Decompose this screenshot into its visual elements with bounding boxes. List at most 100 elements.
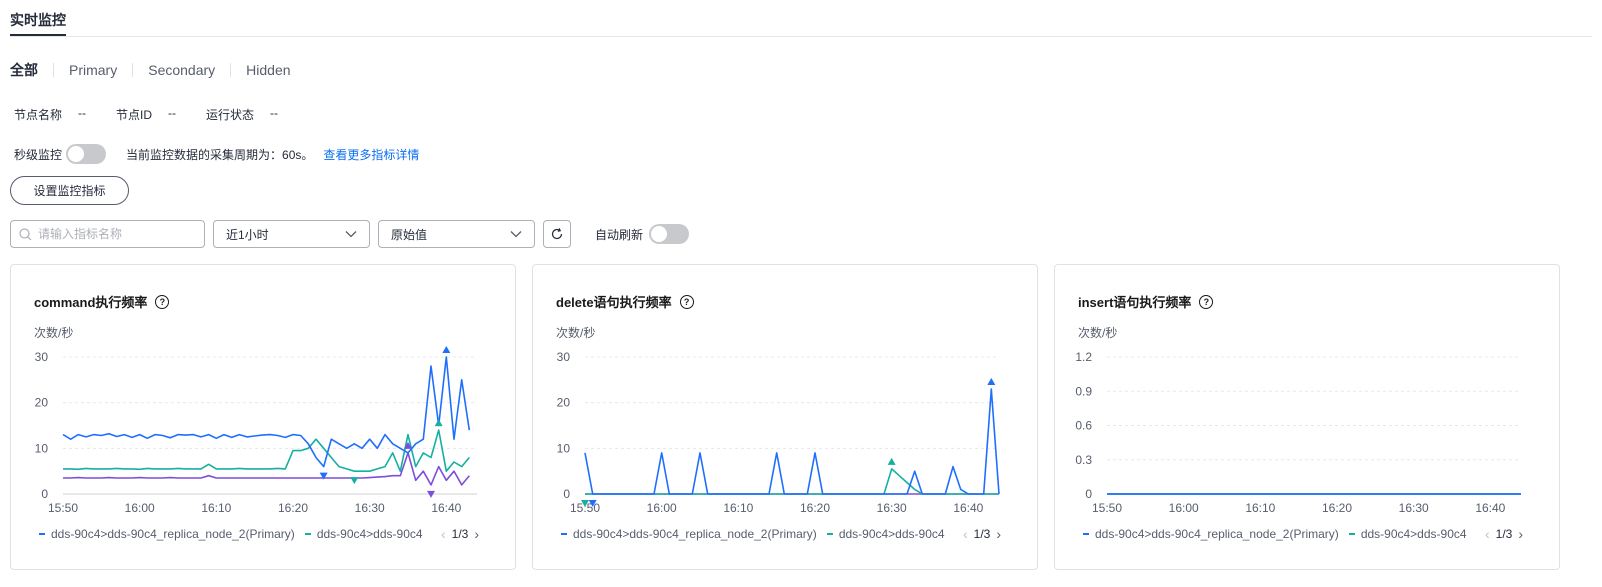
tab-divider	[132, 63, 134, 77]
y-tick-label: 0	[1085, 487, 1092, 501]
refresh-button[interactable]	[543, 220, 571, 248]
second-monitor-label: 秒级监控	[14, 147, 63, 162]
chevron-left-icon[interactable]: ‹	[441, 526, 446, 542]
legend-label: dds-90c4>dds-90c4_replica_node_2(Primary…	[1095, 527, 1339, 541]
x-tick-label: 15:50	[48, 501, 78, 515]
x-tick-label: 16:30	[877, 501, 907, 515]
x-tick-label: 16:40	[431, 501, 461, 515]
legend-label: dds-90c4>dds-90c4	[1360, 527, 1467, 541]
legend-label: dds-90c4>dds-90c4	[838, 527, 945, 541]
x-tick-label: 16:20	[278, 501, 308, 515]
chevron-right-icon[interactable]: ›	[474, 526, 479, 542]
chart-card-command: command执行频率 ? 次数/秒 0 10 20 30 15:50 16:00 16:1…	[10, 264, 516, 570]
node-id-value: --	[168, 106, 177, 120]
tab-divider	[230, 63, 232, 77]
tab-primary[interactable]: Primary	[69, 62, 117, 78]
page-divider	[10, 36, 1592, 37]
tab-secondary[interactable]: Secondary	[148, 62, 215, 78]
node-info: 节点名称 -- 节点ID -- 运行状态 --	[14, 106, 278, 123]
search-input[interactable]	[38, 227, 188, 241]
tab-all[interactable]: 全部	[10, 60, 38, 80]
max-marker	[434, 419, 443, 427]
more-metrics-link[interactable]: 查看更多指标详情	[323, 146, 419, 163]
max-marker	[887, 457, 896, 465]
x-tick-label: 16:30	[1399, 501, 1429, 515]
filter-row: 近1小时 原始值 自动刷新	[10, 220, 690, 248]
legend-item[interactable]: dds-90c4>dds-90c4	[304, 527, 423, 541]
series-line	[585, 468, 999, 495]
time-range-value: 近1小时	[226, 227, 269, 242]
search-icon	[19, 227, 32, 240]
legend-label: dds-90c4>dds-90c4_replica_node_2(Primary…	[573, 527, 817, 541]
chevron-right-icon[interactable]: ›	[1518, 526, 1523, 542]
x-tick-label: 16:40	[1475, 501, 1505, 515]
chevron-down-icon	[510, 231, 522, 238]
x-tick-label: 16:00	[125, 501, 155, 515]
chart-plot: 010203015:50 16:00 16:10 16:20 16:30 16:40	[35, 346, 477, 515]
second-monitor-toggle[interactable]	[66, 144, 107, 164]
status-info: 运行状态 --	[206, 106, 278, 123]
legend-page: 1/3	[1495, 527, 1513, 541]
x-tick-label: 16:10	[201, 501, 231, 515]
series-line	[63, 429, 470, 472]
y-tick-label: 0.6	[1075, 419, 1092, 433]
legend-item[interactable]: dds-90c4>dds-90c4	[1348, 527, 1467, 541]
tab-divider	[53, 63, 54, 77]
y-tick-label: 0.3	[1075, 453, 1092, 467]
y-tick-label: 30	[35, 350, 49, 364]
metric-search[interactable]	[10, 220, 205, 248]
legend-item[interactable]: dds-90c4>dds-90c4_replica_node_2(Primary…	[1083, 527, 1339, 541]
node-id-info: 节点ID --	[116, 106, 176, 123]
y-tick-label: 10	[35, 441, 49, 455]
y-tick-label: 1.2	[1075, 350, 1092, 364]
chart-legend: dds-90c4>dds-90c4_replica_node_2(Primary…	[561, 526, 1007, 542]
legend-label: dds-90c4>dds-90c4	[316, 527, 423, 541]
y-tick-label: 20	[35, 396, 49, 410]
y-tick-label: 30	[557, 350, 571, 364]
series-line	[584, 388, 1000, 495]
x-tick-label: 16:00	[647, 501, 677, 515]
refresh-icon	[551, 228, 563, 240]
y-tick-label: 0	[41, 487, 48, 501]
chevron-down-icon	[345, 231, 357, 238]
chart-legend: dds-90c4>dds-90c4_replica_node_2(Primary…	[1083, 526, 1529, 542]
y-tick-label: 0	[563, 487, 570, 501]
node-name-value: --	[78, 106, 87, 120]
legend-items: dds-90c4>dds-90c4_replica_node_2(Primary…	[561, 527, 951, 541]
value-type-select[interactable]: 原始值	[378, 220, 535, 248]
x-tick-label: 16:00	[1169, 501, 1199, 515]
legend-item[interactable]: dds-90c4>dds-90c4_replica_node_2(Primary…	[561, 527, 817, 541]
chart-card-delete: delete语句执行频率 ? 次数/秒 0 10 20 30 15:50 16:00 16:…	[532, 264, 1038, 570]
collection-period-text: 当前监控数据的采集周期为：60s。	[126, 147, 314, 162]
series-line	[62, 356, 471, 468]
legend-items: dds-90c4>dds-90c4_replica_node_2(Primary…	[1083, 527, 1473, 541]
chart-plot: 010203015:50 16:00 16:10 16:20 16:30 16:40	[557, 350, 1000, 515]
legend-page: 1/3	[451, 527, 469, 541]
second-monitor-row: 秒级监控 当前监控数据的采集周期为：60s。 查看更多指标详情	[14, 144, 419, 164]
value-type-value: 原始值	[391, 227, 428, 242]
tab-hidden[interactable]: Hidden	[246, 62, 290, 78]
chevron-right-icon[interactable]: ›	[996, 526, 1001, 542]
legend-items: dds-90c4>dds-90c4_replica_node_2(Primary…	[39, 527, 429, 541]
time-range-select[interactable]: 近1小时	[213, 220, 370, 248]
node-id-label: 节点ID	[116, 108, 153, 122]
min-marker	[350, 477, 359, 485]
legend-item[interactable]: dds-90c4>dds-90c4_replica_node_2(Primary…	[39, 527, 295, 541]
legend-page: 1/3	[973, 527, 991, 541]
y-tick-label: 0.9	[1075, 384, 1092, 398]
max-marker	[987, 377, 996, 385]
legend-pager: ‹ 1/3 ›	[957, 526, 1007, 542]
chart-legend: dds-90c4>dds-90c4_replica_node_2(Primary…	[39, 526, 485, 542]
node-name-label: 节点名称	[14, 108, 63, 122]
auto-refresh-toggle[interactable]	[649, 224, 690, 244]
chevron-left-icon[interactable]: ‹	[963, 526, 968, 542]
auto-refresh-label: 自动刷新	[595, 227, 644, 242]
x-tick-label: 16:10	[723, 501, 753, 515]
x-tick-label: 16:10	[1245, 501, 1275, 515]
legend-label: dds-90c4>dds-90c4_replica_node_2(Primary…	[51, 527, 295, 541]
set-monitor-metrics-button[interactable]: 设置监控指标	[10, 176, 129, 205]
legend-item[interactable]: dds-90c4>dds-90c4	[826, 527, 945, 541]
page-tab[interactable]: 实时监控	[10, 10, 66, 30]
x-tick-label: 16:20	[1322, 501, 1352, 515]
chevron-left-icon[interactable]: ‹	[1485, 526, 1490, 542]
